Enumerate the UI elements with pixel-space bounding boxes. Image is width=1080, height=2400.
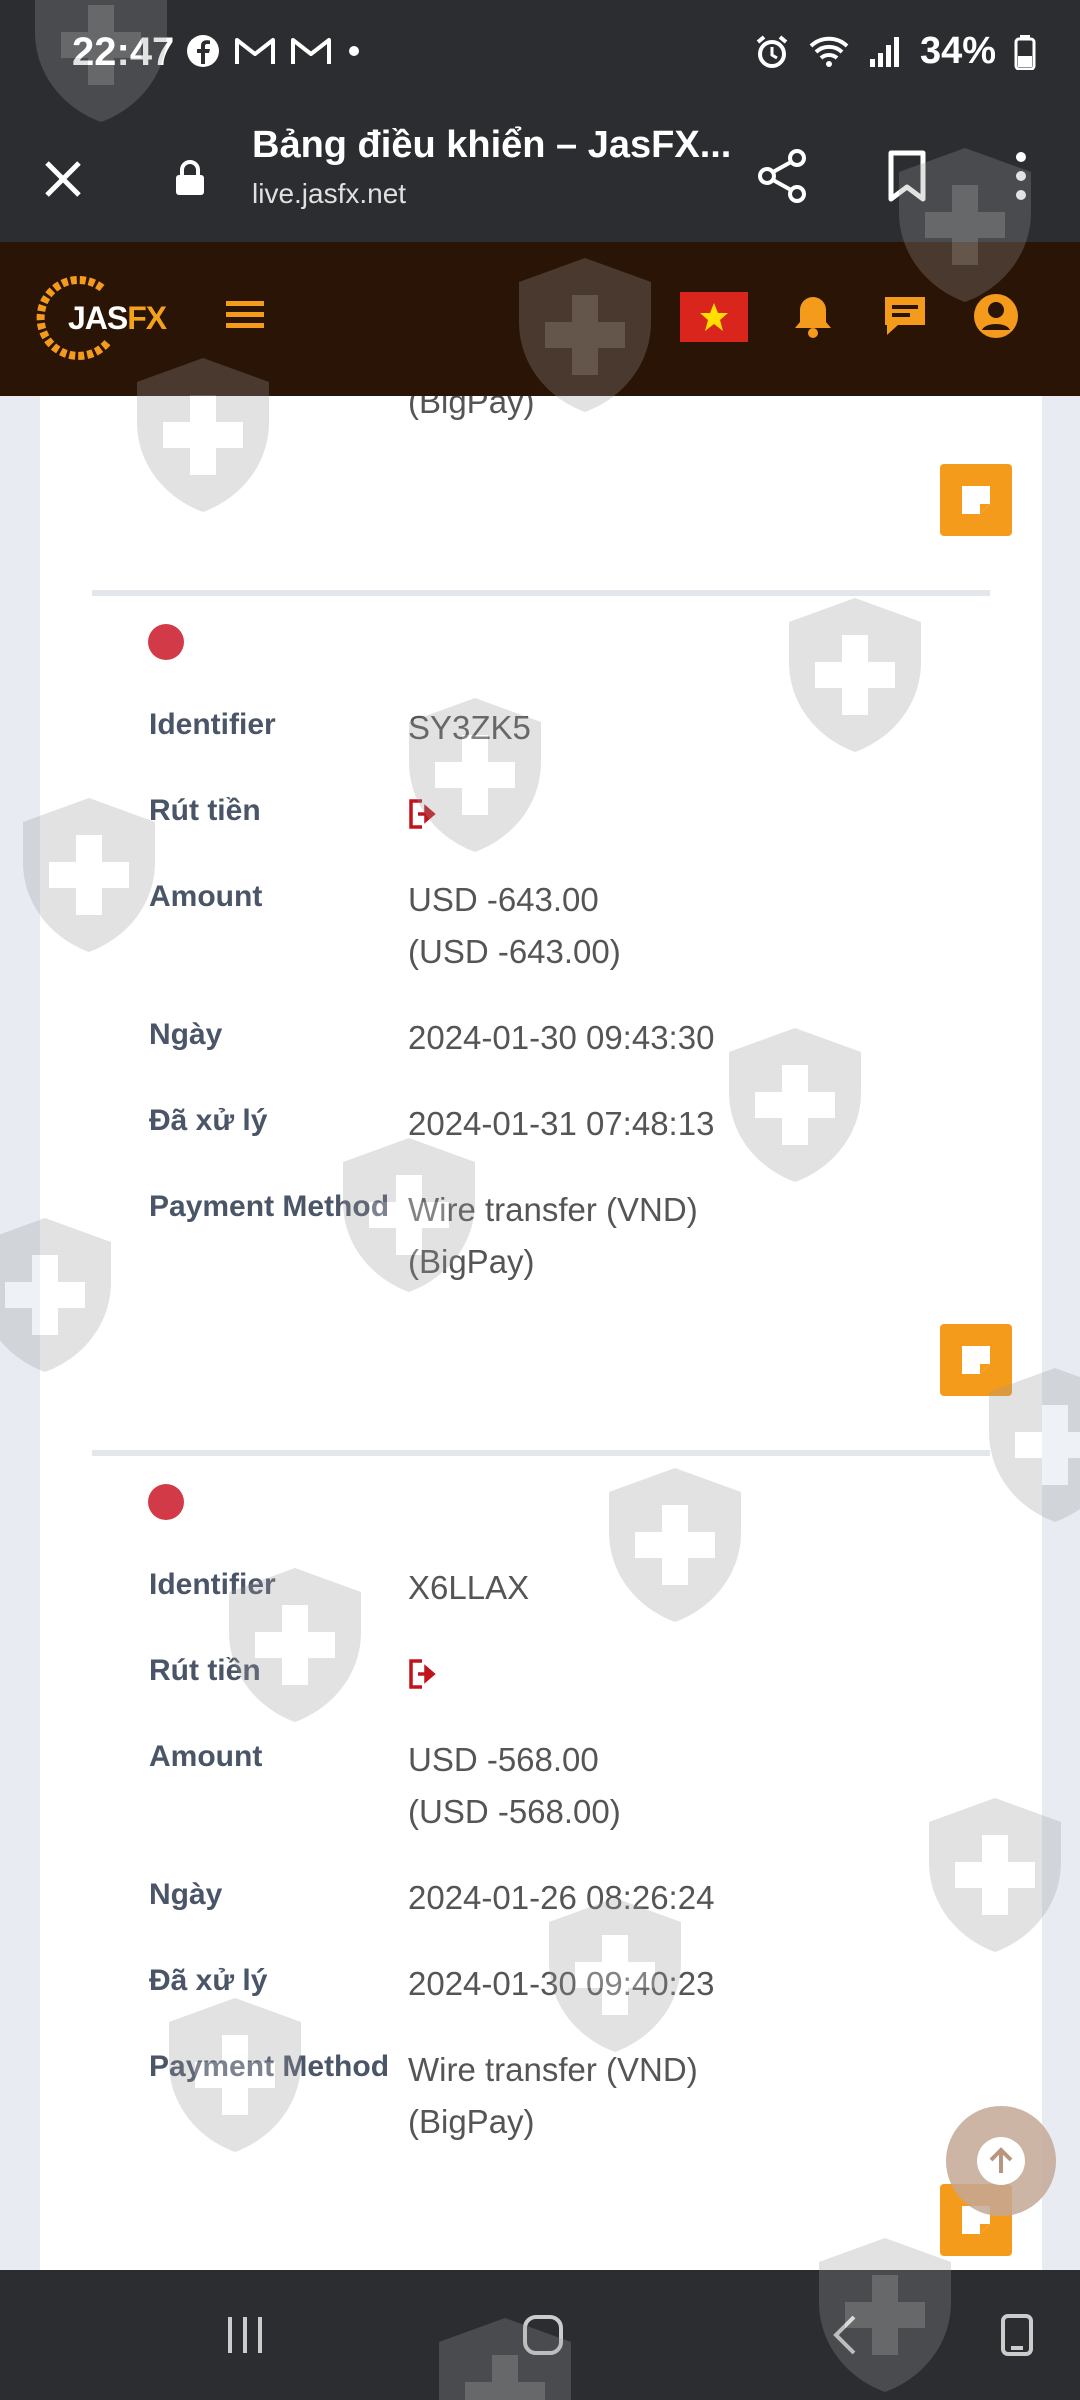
divider [92, 590, 990, 596]
wifi-icon [809, 36, 849, 67]
scroll-to-top-button[interactable] [946, 2106, 1056, 2216]
clock: 22:47 [72, 30, 175, 74]
logo-text-fx: FX [127, 300, 167, 336]
processed-label: Đã xử lý [149, 1964, 268, 1997]
date-label: Ngày [149, 1018, 223, 1051]
amount-value: USD -643.00 [408, 881, 599, 918]
amount-label: Amount [149, 880, 263, 913]
withdraw-icon [409, 1659, 436, 1689]
amount-value: USD -568.00 [408, 1741, 599, 1778]
divider [92, 1450, 990, 1456]
edit-note-button[interactable] [940, 464, 1012, 536]
lock-icon [160, 148, 220, 208]
date-value: 2024-01-30 09:43:30 [408, 1019, 715, 1056]
payment-method-sub: (BigPay) [408, 2103, 535, 2140]
date-value: 2024-01-26 08:26:24 [408, 1879, 715, 1916]
page-url[interactable]: live.jasfx.net [252, 178, 406, 210]
note-icon [962, 486, 990, 514]
back-icon[interactable] [810, 2300, 880, 2370]
close-icon[interactable] [30, 146, 96, 212]
transactions-list[interactable]: (BigPay) Identifier SY3ZK5 Rút tiền Amou… [0, 396, 1080, 2270]
payment-method-sub: (BigPay) [408, 1243, 535, 1280]
facebook-icon [187, 35, 219, 67]
processed-value: 2024-01-30 09:40:23 [408, 1965, 715, 2002]
identifier-value: X6LLAX [408, 1569, 530, 1606]
payment-method-value: Wire transfer (VND) [408, 1191, 698, 1228]
keyboard-toggle-icon[interactable] [982, 2300, 1052, 2370]
bookmark-icon[interactable] [872, 138, 942, 214]
gmail-icon [291, 38, 331, 64]
more-options-icon[interactable] [994, 138, 1048, 214]
alarm-icon [756, 34, 788, 68]
bell-icon[interactable] [786, 288, 840, 344]
type-label: Rút tiền [149, 1654, 261, 1687]
user-profile-icon[interactable] [968, 288, 1024, 344]
signal-icon [869, 36, 899, 67]
status-dot [148, 1484, 184, 1520]
vietnam-flag-icon[interactable] [680, 292, 748, 342]
site-header: JASFX [0, 242, 1080, 396]
payment-method-label: Payment Method [149, 2050, 390, 2083]
edit-note-button[interactable] [940, 1324, 1012, 1396]
type-label: Rút tiền [149, 794, 261, 827]
battery-percent: 34% [919, 30, 996, 72]
amount-converted: (USD -568.00) [408, 1793, 621, 1830]
system-icons: 34% [754, 30, 1036, 73]
payment-method-value: Wire transfer (VND) [408, 2051, 698, 2088]
processed-label: Đã xử lý [149, 1104, 268, 1137]
hamburger-menu-icon[interactable] [220, 290, 270, 340]
chat-icon[interactable] [878, 288, 932, 344]
transactions-card: (BigPay) Identifier SY3ZK5 Rút tiền Amou… [40, 396, 1042, 2270]
arrow-up-icon [977, 2137, 1025, 2185]
home-icon[interactable] [508, 2300, 578, 2370]
processed-value: 2024-01-31 07:48:13 [408, 1105, 715, 1142]
jasfx-logo[interactable]: JASFX [36, 274, 186, 364]
identifier-label: Identifier [149, 1568, 276, 1601]
gmail-icon [235, 38, 275, 64]
amount-label: Amount [149, 1740, 263, 1773]
browser-toolbar: Bảng điều khiển – JasFX... live.jasfx.ne… [0, 108, 1080, 242]
recent-apps-icon[interactable] [210, 2300, 280, 2370]
notification-icons [186, 34, 362, 68]
page-title[interactable]: Bảng điều khiển – JasFX... [252, 124, 731, 167]
battery-icon [1014, 34, 1036, 70]
share-icon[interactable] [748, 138, 818, 214]
system-navigation-bar [0, 2270, 1080, 2400]
date-label: Ngày [149, 1878, 223, 1911]
payment-method-label: Payment Method [149, 1190, 390, 1223]
dot-icon [349, 46, 359, 56]
status-bar: 22:47 34% [0, 0, 1080, 108]
logo-text-jas: JAS [68, 300, 128, 336]
note-icon [962, 1346, 990, 1374]
identifier-value: SY3ZK5 [408, 709, 531, 746]
status-dot [148, 624, 184, 660]
identifier-label: Identifier [149, 708, 276, 741]
payment-method-sub: (BigPay) [408, 396, 535, 420]
withdraw-icon [409, 799, 436, 829]
amount-converted: (USD -643.00) [408, 933, 621, 970]
